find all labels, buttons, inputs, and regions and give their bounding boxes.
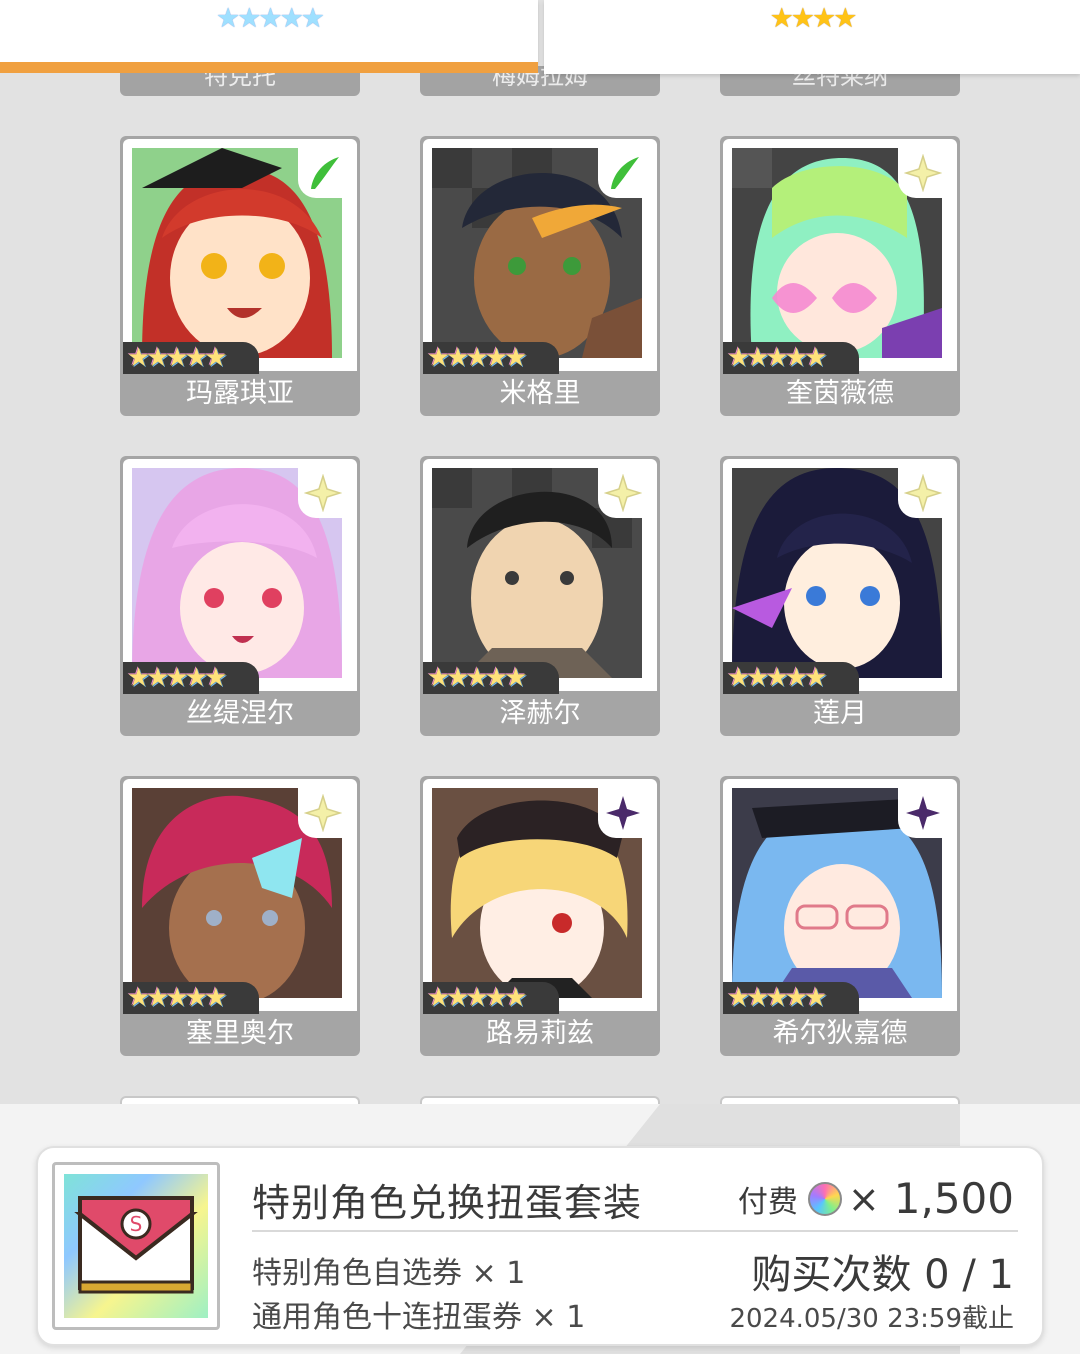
rarity-stars: ★★★★★ [723, 342, 859, 374]
purchase-count: 购买次数 0 / 1 [751, 1252, 1014, 1298]
deadline-text: 2024.05/30 23:59截止 [729, 1304, 1014, 1334]
character-name: 奎茵薇德 [786, 378, 894, 409]
character-card[interactable]: ★★★★★ 莲月 [720, 456, 960, 736]
light-element-icon [898, 148, 948, 198]
dark-element-icon [898, 788, 948, 838]
rarity-stars: ★★★★★ [423, 662, 559, 694]
character-name: 泽赫尔 [499, 698, 581, 729]
character-grid: 特克托 梅姆拉姆 丝特莱纳 ★★★★★ 玛露琪亚 ★★★★★ 米格里 ★★★★★… [0, 0, 1080, 1108]
rarity-stars: ★★★★★ [423, 342, 559, 374]
wind-element-icon [598, 148, 648, 198]
character-name: 希尔狄嘉德 [772, 1018, 908, 1049]
price-label: 付费 [737, 1184, 798, 1220]
character-card[interactable]: ★★★★★ 泽赫尔 [420, 456, 660, 736]
character-name: 莲月 [813, 698, 867, 729]
character-card[interactable]: ★★★★★ 路易莉兹 [420, 776, 660, 1056]
rarity-tab-bar: ★★★★★ ★★★★ [0, 0, 1080, 76]
svg-text:S: S [130, 1212, 143, 1236]
character-card[interactable]: ★★★★★ 希尔狄嘉德 [720, 776, 960, 1056]
light-element-icon [298, 468, 348, 518]
price-value: 1,500 [893, 1174, 1014, 1223]
bottom-panel: S 特别角色兑换扭蛋套装 特别角色自选券 × 1 通用角色十连扭蛋券 × 1 付… [0, 1104, 1080, 1354]
light-element-icon [898, 468, 948, 518]
character-name: 丝缇涅尔 [186, 698, 294, 729]
character-card[interactable]: ★★★★★ 塞里奥尔 [120, 776, 360, 1056]
divider [252, 1230, 1018, 1232]
item-title: 特别角色兑换扭蛋套装 [252, 1181, 643, 1225]
tab-selected-indicator [0, 62, 538, 73]
item-icon-frame: S [52, 1162, 220, 1330]
rarity-stars: ★★★★★ [723, 982, 859, 1014]
five-star-icon: ★★★★★ [215, 3, 325, 34]
character-name: 路易莉兹 [486, 1018, 594, 1049]
item-content-line: 通用角色十连扭蛋券 × 1 [252, 1300, 586, 1335]
gem-icon [807, 1181, 842, 1216]
four-star-icon: ★★★★ [769, 3, 858, 34]
item-price: 付费 × 1,500 [738, 1174, 1014, 1223]
tab-5-star[interactable]: ★★★★★ [0, 0, 538, 64]
character-card[interactable]: ★★★★★ 奎茵薇德 [720, 136, 960, 416]
rarity-stars: ★★★★★ [423, 982, 559, 1014]
rarity-stars: ★★★★★ [123, 662, 259, 694]
character-card[interactable]: ★★★★★ 丝缇涅尔 [120, 456, 360, 736]
rarity-stars: ★★★★★ [123, 342, 259, 374]
price-multiplier: × [847, 1176, 880, 1221]
character-card[interactable]: ★★★★★ 米格里 [420, 136, 660, 416]
light-element-icon [298, 788, 348, 838]
character-name: 米格里 [499, 378, 581, 409]
light-element-icon [598, 468, 648, 518]
wind-element-icon [298, 148, 348, 198]
gacha-item-card[interactable]: S 特别角色兑换扭蛋套装 特别角色自选券 × 1 通用角色十连扭蛋券 × 1 付… [36, 1146, 1044, 1346]
character-card[interactable]: ★★★★★ 玛露琪亚 [120, 136, 360, 416]
dark-element-icon [598, 788, 648, 838]
rarity-stars: ★★★★★ [723, 662, 859, 694]
envelope-icon: S [64, 1174, 208, 1318]
character-name: 玛露琪亚 [186, 378, 294, 409]
tab-4-star[interactable]: ★★★★ [544, 0, 1080, 74]
character-name: 塞里奥尔 [186, 1018, 294, 1049]
rarity-stars: ★★★★★ [123, 982, 259, 1014]
item-content-line: 特别角色自选券 × 1 [252, 1256, 526, 1291]
